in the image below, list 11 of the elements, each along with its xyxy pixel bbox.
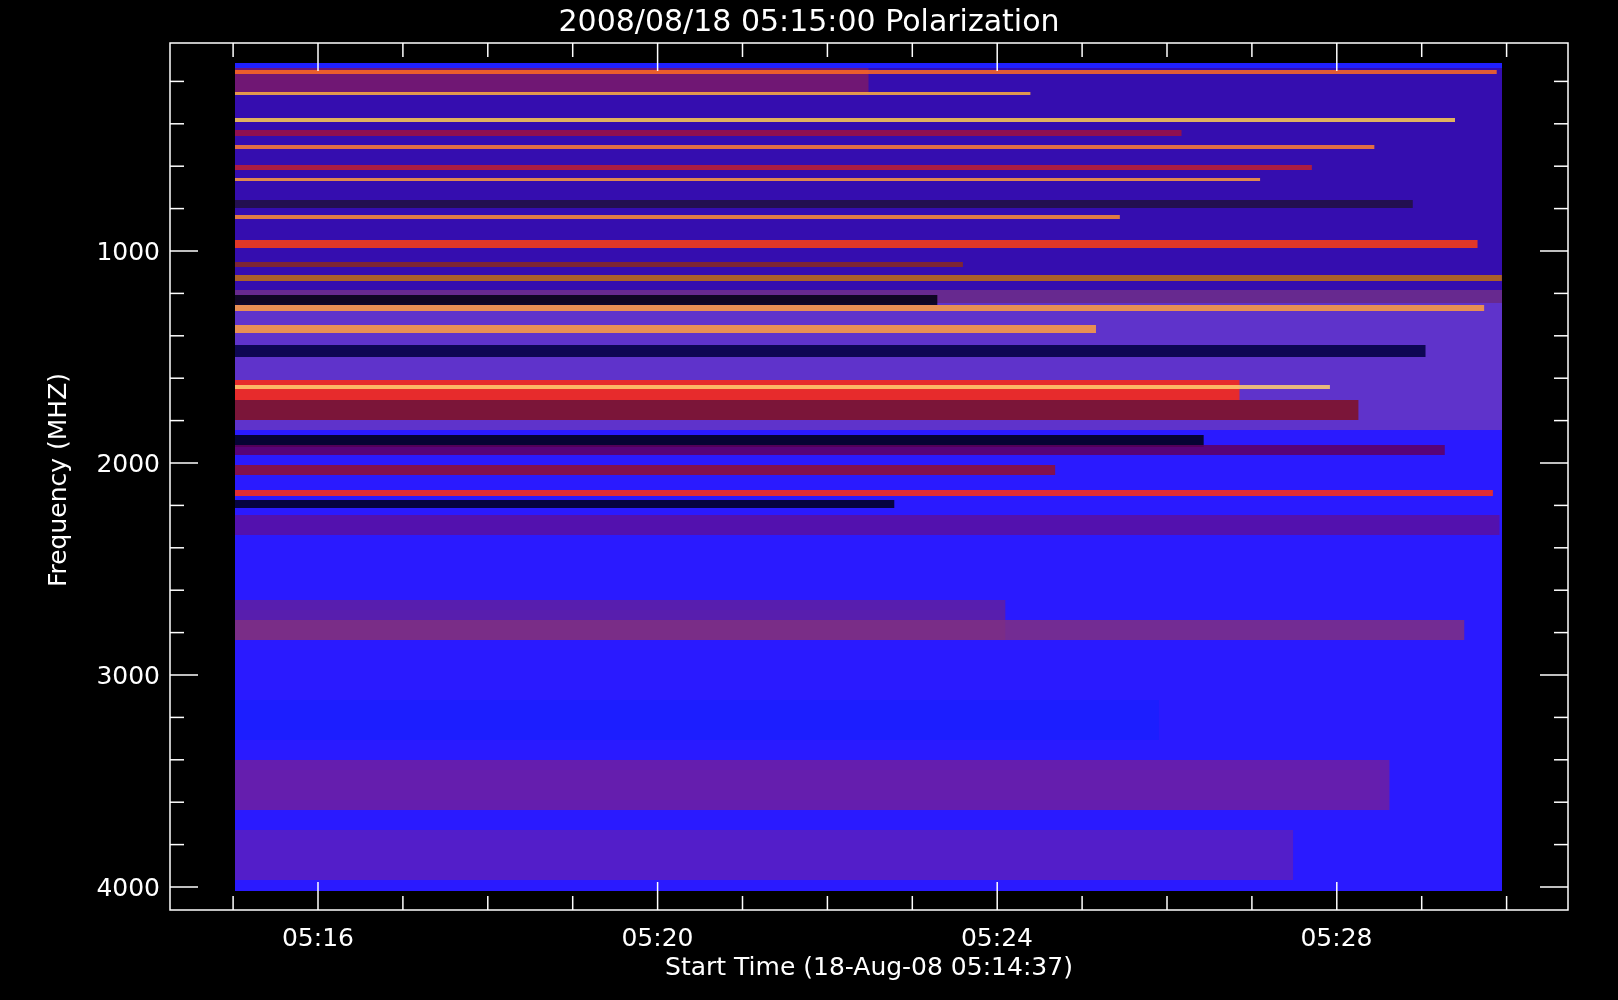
x-tick-label: 05:28: [1300, 923, 1373, 952]
x-tick-label: 05:24: [961, 923, 1033, 952]
x-tick-label: 05:16: [282, 923, 354, 952]
y-axis-title: Frequency (MHZ): [43, 372, 72, 588]
y-tick-label: 3000: [96, 661, 160, 690]
y-tick-label: 1000: [96, 237, 160, 266]
y-tick-label: 2000: [96, 449, 160, 478]
plot-title: 2008/08/18 05:15:00 Polarization: [558, 3, 1060, 38]
y-tick-label: 4000: [96, 873, 160, 902]
x-tick-label: 05:20: [621, 923, 694, 952]
x-axis-title: Start Time (18-Aug-08 05:14:37): [665, 952, 1073, 981]
